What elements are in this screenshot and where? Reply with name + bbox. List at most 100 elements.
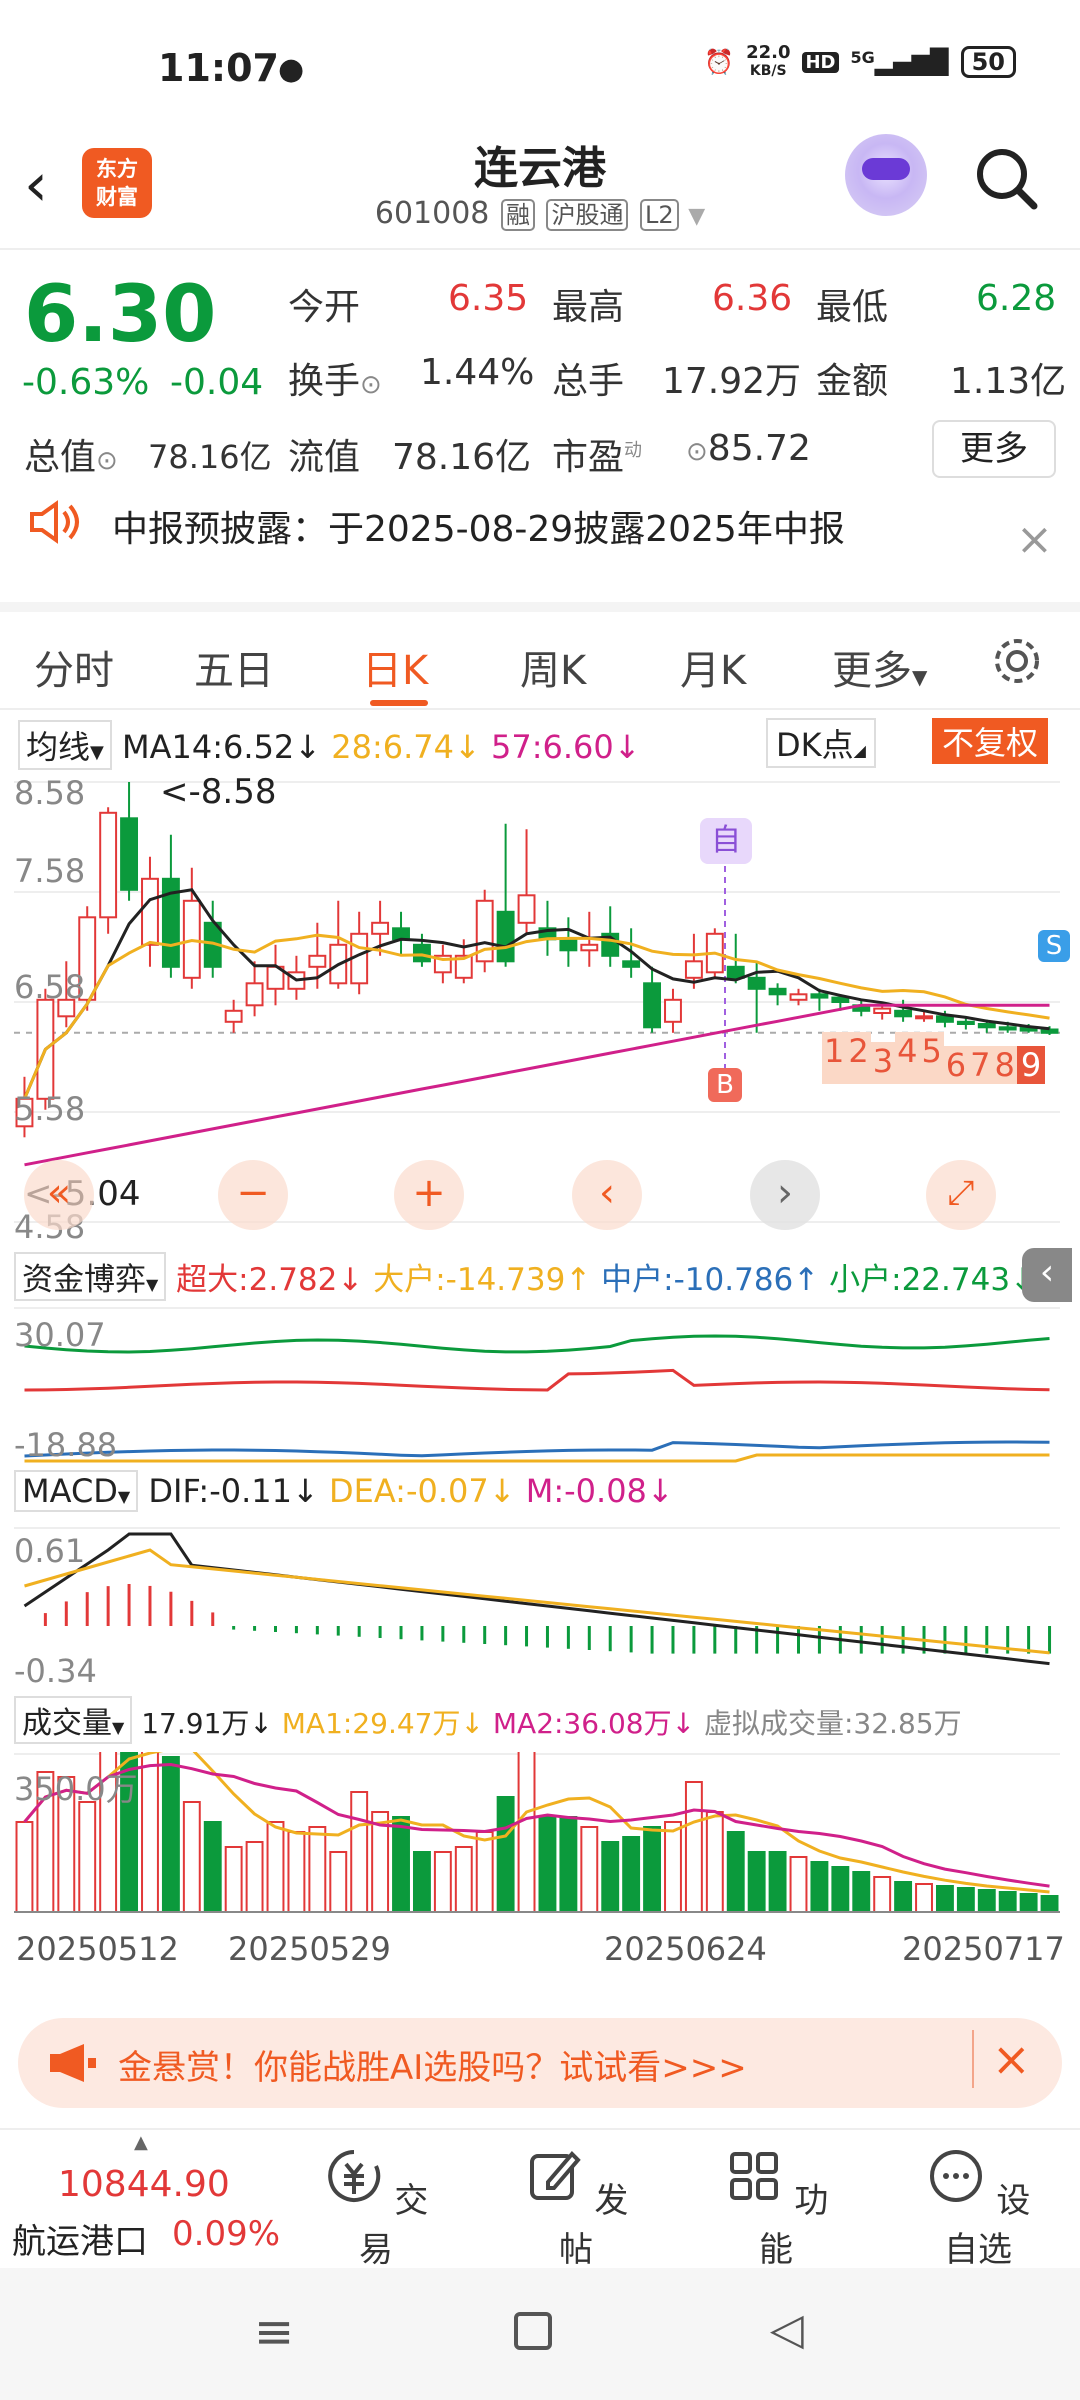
volume-value: 17.92万 [662, 361, 802, 402]
macd-dea: DEA:-0.07 [328, 1472, 489, 1510]
candle-body [643, 982, 662, 1029]
volume-selector[interactable]: 成交量▼ [14, 1696, 133, 1744]
fund-small: 小户:22.743 [829, 1262, 1011, 1298]
macd-selector[interactable]: MACD▼ [14, 1470, 139, 1512]
volume-bar [935, 1885, 954, 1913]
fuquan-button[interactable]: 不复权 [932, 718, 1049, 764]
mcap-value: 78.16亿 [148, 438, 272, 476]
kline-plot[interactable] [0, 772, 1080, 1252]
expand-up-icon[interactable]: ▲ [134, 2132, 148, 2153]
volume-bar [810, 1861, 829, 1913]
nav-post[interactable]: 发帖 [516, 2146, 636, 2271]
ma57-line [24, 1003, 1050, 1167]
volume-bar [684, 1781, 703, 1913]
close-icon[interactable]: × [1016, 514, 1053, 565]
fund-mid: 中户:-10.786 [601, 1262, 794, 1298]
index-value[interactable]: 10844.90 [58, 2164, 230, 2205]
candle-body [664, 998, 682, 1023]
tab-monthly-k[interactable]: 月K [680, 638, 746, 696]
index-name[interactable]: 航运港口 [12, 2214, 148, 2263]
volume-bar [287, 1831, 306, 1913]
self-select-marker[interactable]: 自 [700, 818, 752, 864]
tab-more[interactable]: 更多▼ [832, 638, 927, 696]
signal-icon: 5G▂▄▆█ [850, 48, 949, 76]
next-button[interactable]: › [750, 1160, 820, 1230]
date-label-4: 20250717 [902, 1930, 1065, 1968]
candle-body [99, 811, 118, 919]
volume-bar [538, 1816, 557, 1913]
collapse-panel-button[interactable]: ‹ [1022, 1248, 1072, 1302]
tab-five-day[interactable]: 五日 [194, 638, 274, 696]
macd-bar: MACD▼ DIF:-0.11↓ DEA:-0.07↓ M:-0.08↓ [14, 1470, 674, 1512]
float-value: 78.16亿 [392, 437, 532, 478]
tab-intraday[interactable]: 分时 [34, 638, 114, 696]
close-banner-icon[interactable]: × [972, 2030, 1031, 2088]
fund-super: 超大:2.782 [176, 1262, 338, 1298]
ma-bar: 均线▼ MA14:6.52↓ 28:6.74↓ 57:6.60↓ [18, 720, 641, 770]
volume-bar [664, 1821, 682, 1913]
candle-body [831, 996, 850, 1004]
home-icon[interactable] [514, 2312, 552, 2350]
macd-m: M:-0.08 [525, 1472, 647, 1510]
back-nav-icon[interactable]: ◁ [770, 2304, 804, 2355]
zoom-in-button[interactable]: + [394, 1160, 464, 1230]
nav-functions[interactable]: 功能 [716, 2146, 836, 2271]
candle-body [768, 987, 787, 996]
last-price: 6.30 [24, 270, 217, 360]
ai-assistant-avatar[interactable] [845, 134, 927, 216]
active-tab-indicator [370, 700, 428, 706]
bottom-navigation: ▲ 10844.90 航运港口 0.09% 交易 发帖 功能 设自选 [0, 2128, 1080, 2271]
dk-point-button[interactable]: DK点◢ [766, 718, 876, 768]
tab-daily-k[interactable]: 日K [362, 638, 428, 696]
volume-bar [768, 1851, 787, 1913]
more-quote-button[interactable]: 更多 [932, 420, 1056, 478]
volume-bar [182, 1801, 201, 1913]
notice-bar[interactable]: 中报预披露：于2025-08-29披露2025年中报 × [0, 492, 1080, 602]
macd-dif-line [23, 1532, 1050, 1666]
index-pct[interactable]: 0.09% [172, 2214, 280, 2254]
promo-banner[interactable]: 金悬赏！你能战胜AI选股吗？试试看>>> × [18, 2018, 1062, 2108]
y-label-3: 6.58 [14, 968, 86, 1006]
volume-bar [789, 1856, 808, 1913]
nav-trade[interactable]: 交易 [316, 2146, 436, 2271]
tab-weekly-k[interactable]: 周K [520, 638, 586, 696]
search-icon[interactable] [974, 146, 1038, 210]
candle-body [517, 894, 536, 924]
volume-bar [308, 1826, 327, 1913]
kline-chart-area: 均线▼ MA14:6.52↓ 28:6.74↓ 57:6.60↓ DK点◢ 不复… [0, 712, 1080, 1992]
volume-bar [224, 1846, 243, 1913]
ma-selector[interactable]: 均线▼ [18, 720, 112, 770]
battery-icon: 50 [960, 46, 1016, 78]
previous-button[interactable]: ‹ [572, 1160, 642, 1230]
tag-connect: 沪股通 [546, 199, 629, 231]
volume-bar [475, 1831, 494, 1913]
amount-value: 1.13亿 [950, 361, 1067, 402]
dropdown-arrow-icon[interactable]: ▼ [688, 204, 705, 229]
volume-bar [1019, 1893, 1038, 1913]
fund-super-line [24, 1368, 1050, 1392]
volume-bar [852, 1871, 871, 1913]
turnover-label: 换手⊙ [288, 361, 382, 402]
settings-gear-icon[interactable] [990, 634, 1044, 688]
change-amount: -0.04 [170, 362, 264, 403]
zoom-out-button[interactable]: − [218, 1160, 288, 1230]
sell-marker[interactable]: S [1038, 930, 1070, 962]
period-tabs: 分时 五日 日K 周K 月K 更多▼ [0, 602, 1080, 710]
candle-body [915, 1015, 933, 1020]
macd-y-bottom: -0.34 [14, 1652, 97, 1690]
countdown-numbers: 123456789 [822, 1032, 1046, 1084]
stock-code: 601008 [374, 196, 490, 231]
fund-selector[interactable]: 资金博弈▼ [14, 1252, 167, 1301]
scroll-left-fast-button[interactable]: « [24, 1160, 94, 1230]
candle-body [977, 1023, 996, 1029]
menu-icon[interactable]: ≡ [254, 2304, 294, 2360]
status-bar: 11:07 ● ⏰ 22.0 KB/S HD 5G▂▄▆█ 50 [0, 0, 1080, 140]
fullscreen-icon[interactable]: ⤢ [926, 1160, 996, 1230]
nav-add-watchlist[interactable]: 设自选 [918, 2146, 1038, 2271]
fund-y-bottom: -18.88 [14, 1426, 118, 1464]
candle-body [224, 1009, 243, 1023]
buy-marker[interactable]: B [708, 1068, 742, 1102]
candle-body [935, 1015, 954, 1023]
volume-bar [392, 1816, 410, 1913]
volume-ma2: MA2:36.08万 [492, 1707, 672, 1740]
